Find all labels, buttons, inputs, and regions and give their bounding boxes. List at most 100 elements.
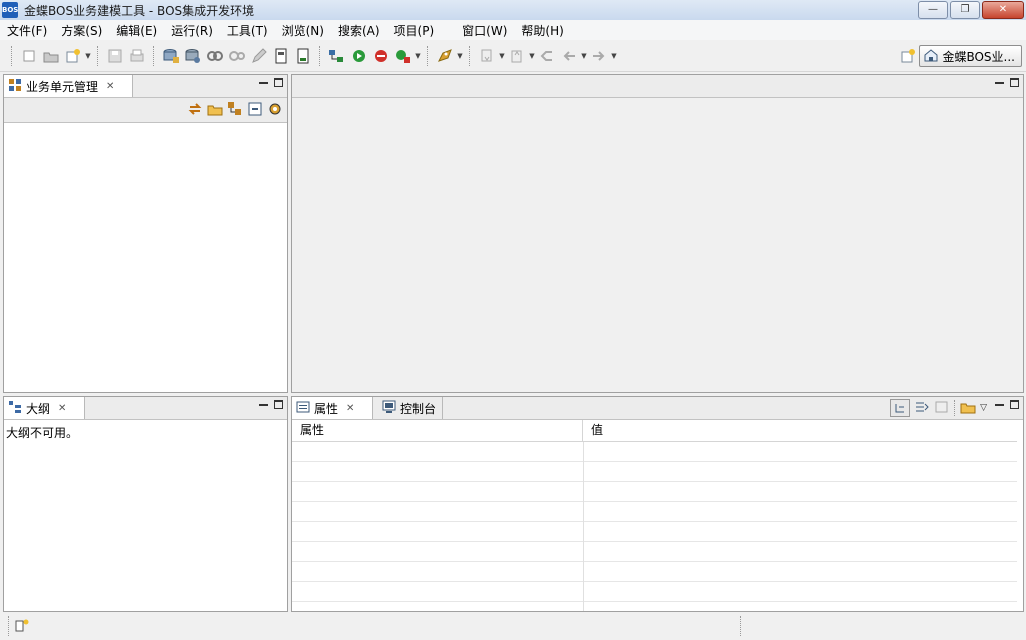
view-menu-icon[interactable]: ▽ <box>980 403 987 413</box>
pencil-icon <box>249 46 269 66</box>
bu-tree-icon[interactable] <box>227 101 243 120</box>
sync-icon[interactable] <box>187 101 203 120</box>
minimize-panel-icon[interactable] <box>995 78 1004 84</box>
perspective-switcher: 金蝶BOS业... <box>897 45 1022 67</box>
menu-file[interactable]: 文件(F) <box>0 22 54 39</box>
menu-edit[interactable]: 编辑(E) <box>109 22 164 39</box>
editor-header <box>292 75 1023 98</box>
close-icon[interactable]: ✕ <box>346 403 354 414</box>
menu-help[interactable]: 帮助(H) <box>514 22 570 39</box>
tab-outline-label: 大纲 <box>26 401 51 416</box>
fast-view-icon[interactable] <box>14 618 30 635</box>
bu-manager-toolbar <box>4 98 287 123</box>
minimize-panel-icon[interactable] <box>259 78 268 84</box>
minimize-panel-icon[interactable] <box>995 400 1004 406</box>
maximize-panel-icon[interactable] <box>1010 400 1019 409</box>
folder-icon[interactable] <box>960 400 976 417</box>
table-row[interactable] <box>292 442 1017 462</box>
show-advanced-icon[interactable] <box>914 400 930 417</box>
document-icon[interactable] <box>271 46 291 66</box>
open-perspective-icon[interactable] <box>898 46 918 66</box>
app-icon: BOS <box>2 2 18 18</box>
chevron-down-icon[interactable]: ▼ <box>580 46 588 66</box>
db-export-icon[interactable] <box>183 46 203 66</box>
open-folder-icon[interactable] <box>207 102 223 119</box>
properties-header: 属性 ✕ 控制台 ▽ <box>292 397 1023 420</box>
new-file-icon[interactable] <box>19 46 39 66</box>
toolbar-separator <box>11 45 13 66</box>
maximize-panel-icon[interactable] <box>1010 78 1019 87</box>
tab-properties[interactable]: 属性 ✕ <box>292 397 374 419</box>
close-icon[interactable]: ✕ <box>106 81 114 92</box>
last-edit-icon <box>537 46 557 66</box>
close-icon[interactable]: ✕ <box>58 403 66 414</box>
chevron-down-icon[interactable]: ▼ <box>456 46 464 66</box>
toolbar-separator <box>427 45 429 66</box>
column-header-value[interactable]: 值 <box>583 420 1017 441</box>
table-row[interactable] <box>292 522 1017 542</box>
maximize-panel-icon[interactable] <box>274 78 283 87</box>
title-bar: BOS 金蝶BOS业务建模工具 - BOS集成开发环境 — ❐ ✕ <box>0 0 1026 21</box>
table-row[interactable] <box>292 582 1017 602</box>
chevron-down-icon[interactable]: ▼ <box>414 46 422 66</box>
menu-bar: 文件(F) 方案(S) 编辑(E) 运行(R) 工具(T) 浏览(N) 搜索(A… <box>0 20 1026 40</box>
bu-manager-header: 业务单元管理 ✕ <box>4 75 287 98</box>
link-icon[interactable] <box>205 46 225 66</box>
main-toolbar: ▼ ▼ ▼ ▼ ▼ ▼ ▼ <box>0 40 1026 72</box>
editor-area <box>291 74 1024 393</box>
save-icon <box>105 46 125 66</box>
minimize-panel-icon[interactable] <box>259 400 268 406</box>
stop-icon[interactable] <box>371 46 391 66</box>
perspective-button[interactable]: 金蝶BOS业... <box>919 45 1022 67</box>
chevron-down-icon[interactable]: ▼ <box>498 46 506 66</box>
tab-properties-label: 属性 <box>314 401 339 416</box>
collapse-all-icon[interactable] <box>247 101 263 120</box>
table-row[interactable] <box>292 542 1017 562</box>
report-icon[interactable] <box>293 46 313 66</box>
maximize-panel-icon[interactable] <box>274 400 283 409</box>
chevron-down-icon[interactable]: ▼ <box>84 46 92 66</box>
chevron-down-icon[interactable]: ▼ <box>610 46 618 66</box>
restore-button[interactable]: ❐ <box>950 1 980 19</box>
tab-console[interactable]: 控制台 <box>378 397 444 419</box>
run-icon[interactable] <box>349 46 369 66</box>
tab-console-label: 控制台 <box>400 401 437 416</box>
back-arrow-icon <box>559 46 579 66</box>
restore-default-icon <box>934 400 950 417</box>
window-title: 金蝶BOS业务建模工具 - BOS集成开发环境 <box>24 4 255 18</box>
debug-run-icon[interactable] <box>393 46 413 66</box>
toolbar-separator <box>954 400 956 416</box>
new-wizard-icon[interactable] <box>63 46 83 66</box>
print-icon <box>127 46 147 66</box>
menu-navigate[interactable]: 浏览(N) <box>275 22 331 39</box>
table-row[interactable] <box>292 562 1017 582</box>
properties-rows <box>292 442 1017 611</box>
table-row[interactable] <box>292 502 1017 522</box>
show-categories-icon[interactable] <box>890 399 911 417</box>
next-annotation-icon <box>477 46 497 66</box>
status-bar <box>0 612 1026 640</box>
menu-window[interactable]: 窗口(W) <box>455 22 514 39</box>
table-row[interactable] <box>292 482 1017 502</box>
status-separator <box>740 616 741 636</box>
tab-bu-manager[interactable]: 业务单元管理 ✕ <box>4 75 134 97</box>
deploy-icon[interactable] <box>327 46 347 66</box>
open-folder-icon[interactable] <box>41 46 61 66</box>
menu-tools[interactable]: 工具(T) <box>220 22 275 39</box>
bu-manager-icon <box>8 78 22 95</box>
menu-search[interactable]: 搜索(A) <box>331 22 387 39</box>
menu-run[interactable]: 运行(R) <box>164 22 220 39</box>
tab-outline[interactable]: 大纲 ✕ <box>4 397 86 419</box>
close-button[interactable]: ✕ <box>982 1 1024 19</box>
settings-gear-icon[interactable] <box>267 101 283 120</box>
minimize-button[interactable]: — <box>918 1 948 19</box>
column-header-property[interactable]: 属性 <box>292 420 583 441</box>
rocket-icon[interactable] <box>435 46 455 66</box>
home-icon <box>924 48 938 65</box>
database-icon[interactable] <box>161 46 181 66</box>
menu-project[interactable]: 项目(P) <box>387 22 442 39</box>
chevron-down-icon[interactable]: ▼ <box>528 46 536 66</box>
menu-scheme[interactable]: 方案(S) <box>54 22 109 39</box>
table-row[interactable] <box>292 462 1017 482</box>
console-icon <box>382 400 396 417</box>
